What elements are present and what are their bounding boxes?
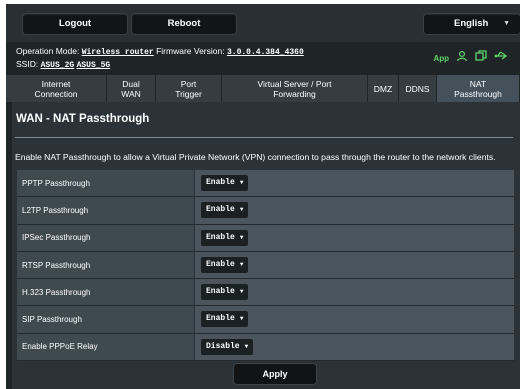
tab-nat-passthrough[interactable]: NAT Passthrough [437,75,520,102]
ipsec-passthrough-select[interactable]: Enable ▼ [201,229,249,246]
chevron-down-icon: ▼ [239,233,244,241]
ssid-5g-link[interactable]: ASUS_5G [77,61,111,70]
reboot-button[interactable]: Reboot [132,14,236,34]
divider [15,137,513,138]
ssid-label: SSID: [16,59,39,69]
setting-value-cell: Enable ▼ [195,251,514,279]
pppoe-relay-select[interactable]: Disable ▼ [201,338,254,355]
language-select[interactable]: English ▼ [424,14,520,34]
setting-value-cell: Enable ▼ [195,224,514,251]
setting-value-cell: Enable ▼ [195,279,514,306]
language-label: English [454,18,489,29]
user-icon[interactable] [456,50,468,66]
page-description: Enable NAT Passthrough to allow a Virtua… [15,152,496,162]
usb-icon[interactable] [494,50,508,66]
chevron-down-icon: ▼ [239,260,244,268]
setting-label: SIP Passthrough [17,306,194,333]
page-title: WAN - NAT Passthrough [16,113,150,125]
chevron-down-icon: ▼ [239,315,244,323]
setting-label: Enable PPPoE Relay [17,333,194,361]
setting-row-ipsec: IPSec Passthrough Enable ▼ [17,224,514,252]
operation-mode-label: Operation Mode: [16,46,80,56]
select-value: Disable [206,341,240,351]
chevron-down-icon: ▼ [239,206,244,214]
pptp-passthrough-select[interactable]: Enable ▼ [201,175,249,191]
h323-passthrough-select[interactable]: Enable ▼ [201,284,249,301]
setting-row-rtsp: RTSP Passthrough Enable ▼ [17,251,514,280]
tab-port-trigger[interactable]: Port Trigger [156,75,222,102]
tab-dmz[interactable]: DMZ [368,75,399,102]
operation-mode-link[interactable]: Wireless router [82,48,154,57]
apply-button[interactable]: Apply [234,364,316,384]
tab-internet-connection[interactable]: Internet Connection [6,75,107,102]
setting-row-sip: SIP Passthrough Enable ▼ [17,306,514,334]
firmware-version-link[interactable]: 3.0.0.4.384_4360 [227,48,304,57]
setting-value-cell: Disable ▼ [195,333,514,361]
tab-virtual-server[interactable]: Virtual Server / Port Forwarding [222,75,368,102]
tab-bar: Internet Connection Dual WAN Port Trigger V… [6,75,520,102]
tab-dual-wan[interactable]: Dual WAN [107,75,156,102]
status-icons: App [433,50,508,66]
setting-row-h323: H.323 Passthrough Enable ▼ [17,279,514,307]
chevron-down-icon: ▼ [239,179,244,186]
select-value: Enable [206,287,235,297]
copy-icon[interactable] [475,50,487,66]
setting-value-cell: Enable ▼ [195,197,514,224]
setting-row-pptp: PPTP Passthrough Enable ▼ [17,170,514,198]
select-value: Enable [206,259,235,269]
rtsp-passthrough-select[interactable]: Enable ▼ [201,256,249,273]
setting-label: L2TP Passthrough [17,197,194,224]
chevron-down-icon: ▼ [244,342,249,350]
select-value: Enable [206,178,235,187]
settings-table: PPTP Passthrough Enable ▼ L2TP Passthroug… [17,170,514,362]
logout-button[interactable]: Logout [23,14,127,34]
select-value: Enable [206,205,235,215]
chevron-down-icon: ▼ [239,288,244,296]
main-panel: WAN - NAT Passthrough Enable NAT Passthr… [12,102,520,389]
setting-value-cell: Enable ▼ [195,170,514,197]
setting-value-cell: Enable ▼ [195,306,514,333]
setting-label: H.323 Passthrough [17,279,194,306]
select-value: Enable [206,232,235,242]
setting-row-pppoe-relay: Enable PPPoE Relay Disable ▼ [17,333,514,362]
router-info: Operation Mode: Wireless router Firmware… [16,45,516,73]
firmware-label: Firmware Version: [156,46,225,56]
app-label[interactable]: App [433,52,449,65]
sip-passthrough-select[interactable]: Enable ▼ [201,311,249,328]
setting-label: RTSP Passthrough [17,251,194,279]
chevron-down-icon: ▼ [503,20,510,27]
ssid-2g-link[interactable]: ASUS_2G [41,61,75,70]
setting-label: IPSec Passthrough [17,224,194,251]
tab-ddns[interactable]: DDNS [399,75,437,102]
l2tp-passthrough-select[interactable]: Enable ▼ [201,202,249,219]
router-admin-window: Logout Reboot English ▼ Operation Mode: … [6,4,520,389]
setting-label: PPTP Passthrough [17,170,194,197]
select-value: Enable [206,314,235,324]
setting-row-l2tp: L2TP Passthrough Enable ▼ [17,197,514,225]
top-bar: Logout Reboot English ▼ [6,4,520,42]
